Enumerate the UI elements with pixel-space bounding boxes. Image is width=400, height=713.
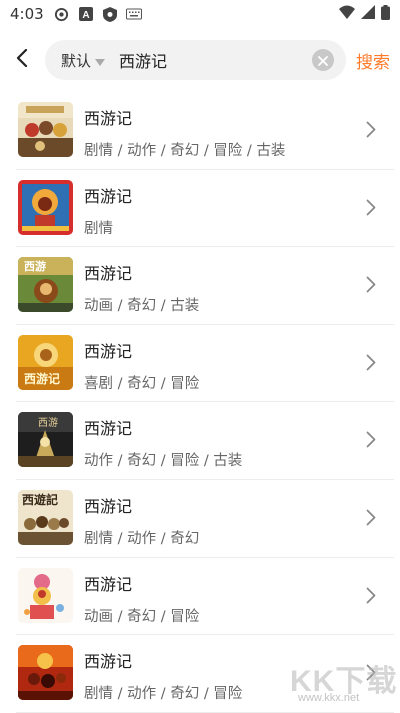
item-title: 西游记: [84, 264, 133, 284]
item-tags: 喜剧 / 奇幻 / 冒险: [84, 375, 200, 392]
svg-text:西游: 西游: [24, 259, 46, 273]
search-header: 默认 搜索: [0, 38, 400, 82]
list-item[interactable]: 西游记 动画 / 奇幻 / 冒险: [16, 558, 394, 636]
keyboard-icon: [125, 6, 142, 22]
back-arrow-icon: [16, 48, 28, 71]
item-title: 西游记: [84, 186, 133, 206]
poster-thumbnail: 西游记: [18, 334, 73, 390]
item-title: 西游记: [84, 652, 133, 672]
svg-text:A: A: [82, 10, 89, 21]
poster-thumbnail: [18, 567, 73, 623]
chevron-right-icon: [366, 121, 376, 142]
item-tags: 动作 / 奇幻 / 冒险 / 古装: [84, 453, 243, 470]
back-button[interactable]: [0, 38, 44, 82]
list-item[interactable]: 西游记 西游记 喜剧 / 奇幻 / 冒险: [16, 325, 394, 403]
settings-gear-icon: [54, 6, 70, 22]
list-item[interactable]: 西游 西游记 动作 / 奇幻 / 冒险 / 古装: [16, 402, 394, 480]
item-tags: 动画 / 奇幻 / 冒险: [84, 608, 200, 625]
list-item[interactable]: 西游记 剧情 / 动作 / 奇幻 / 冒险: [16, 635, 394, 713]
list-item[interactable]: 西游记 剧情: [16, 170, 394, 248]
poster-thumbnail: [18, 645, 73, 701]
item-title: 西游记: [84, 341, 133, 361]
status-time: 4:03: [10, 5, 44, 23]
poster-thumbnail: 西游: [18, 257, 73, 313]
poster-thumbnail: [18, 179, 73, 235]
battery-icon: [381, 4, 390, 24]
list-item[interactable]: 西遊記 西游记 剧情 / 动作 / 奇幻: [16, 480, 394, 558]
search-box: 默认: [45, 40, 346, 80]
search-input[interactable]: [119, 50, 290, 70]
item-tags: 剧情: [84, 220, 113, 237]
svg-text:西遊記: 西遊記: [22, 492, 58, 507]
chevron-right-icon: [366, 276, 376, 297]
status-bar: 4:03 A: [0, 0, 400, 28]
item-tags: 剧情 / 动作 / 奇幻 / 冒险 / 古装: [84, 143, 286, 159]
item-tags: 剧情 / 动作 / 奇幻 / 冒险: [84, 686, 243, 703]
a-app-icon: A: [78, 6, 94, 22]
close-icon: [318, 51, 328, 70]
item-tags: 动画 / 奇幻 / 古装: [84, 298, 200, 315]
results-list: 西游记 剧情 / 动作 / 奇幻 / 冒险 / 古装 西游记 剧情 西游 西游记…: [0, 92, 400, 713]
poster-thumbnail: 西游: [18, 412, 73, 468]
item-title: 西游记: [84, 109, 133, 128]
item-tags: 剧情 / 动作 / 奇幻: [84, 530, 200, 547]
chevron-right-icon: [366, 587, 376, 608]
caret-down-icon[interactable]: [95, 51, 106, 70]
chevron-right-icon: [366, 509, 376, 530]
item-title: 西游记: [84, 574, 133, 594]
poster-thumbnail: 西遊記: [18, 489, 73, 545]
clear-search-button[interactable]: [312, 49, 334, 71]
item-title: 西游记: [84, 496, 133, 516]
list-item[interactable]: 西游 西游记 动画 / 奇幻 / 古装: [16, 247, 394, 325]
wifi-icon: [339, 5, 355, 23]
list-item[interactable]: 西游记 剧情 / 动作 / 奇幻 / 冒险 / 古装: [16, 92, 394, 170]
chevron-right-icon: [366, 431, 376, 452]
signal-icon: [361, 5, 375, 23]
chevron-right-icon: [366, 664, 376, 685]
search-button[interactable]: 搜索: [356, 48, 390, 73]
svg-text:西游: 西游: [38, 416, 58, 429]
chevron-right-icon: [366, 199, 376, 220]
shield-app-icon: [102, 6, 118, 22]
poster-thumbnail: [18, 102, 73, 157]
item-title: 西游记: [84, 419, 133, 439]
chevron-right-icon: [366, 354, 376, 375]
filter-dropdown-label[interactable]: 默认: [61, 50, 91, 71]
svg-text:西游记: 西游记: [24, 371, 60, 386]
